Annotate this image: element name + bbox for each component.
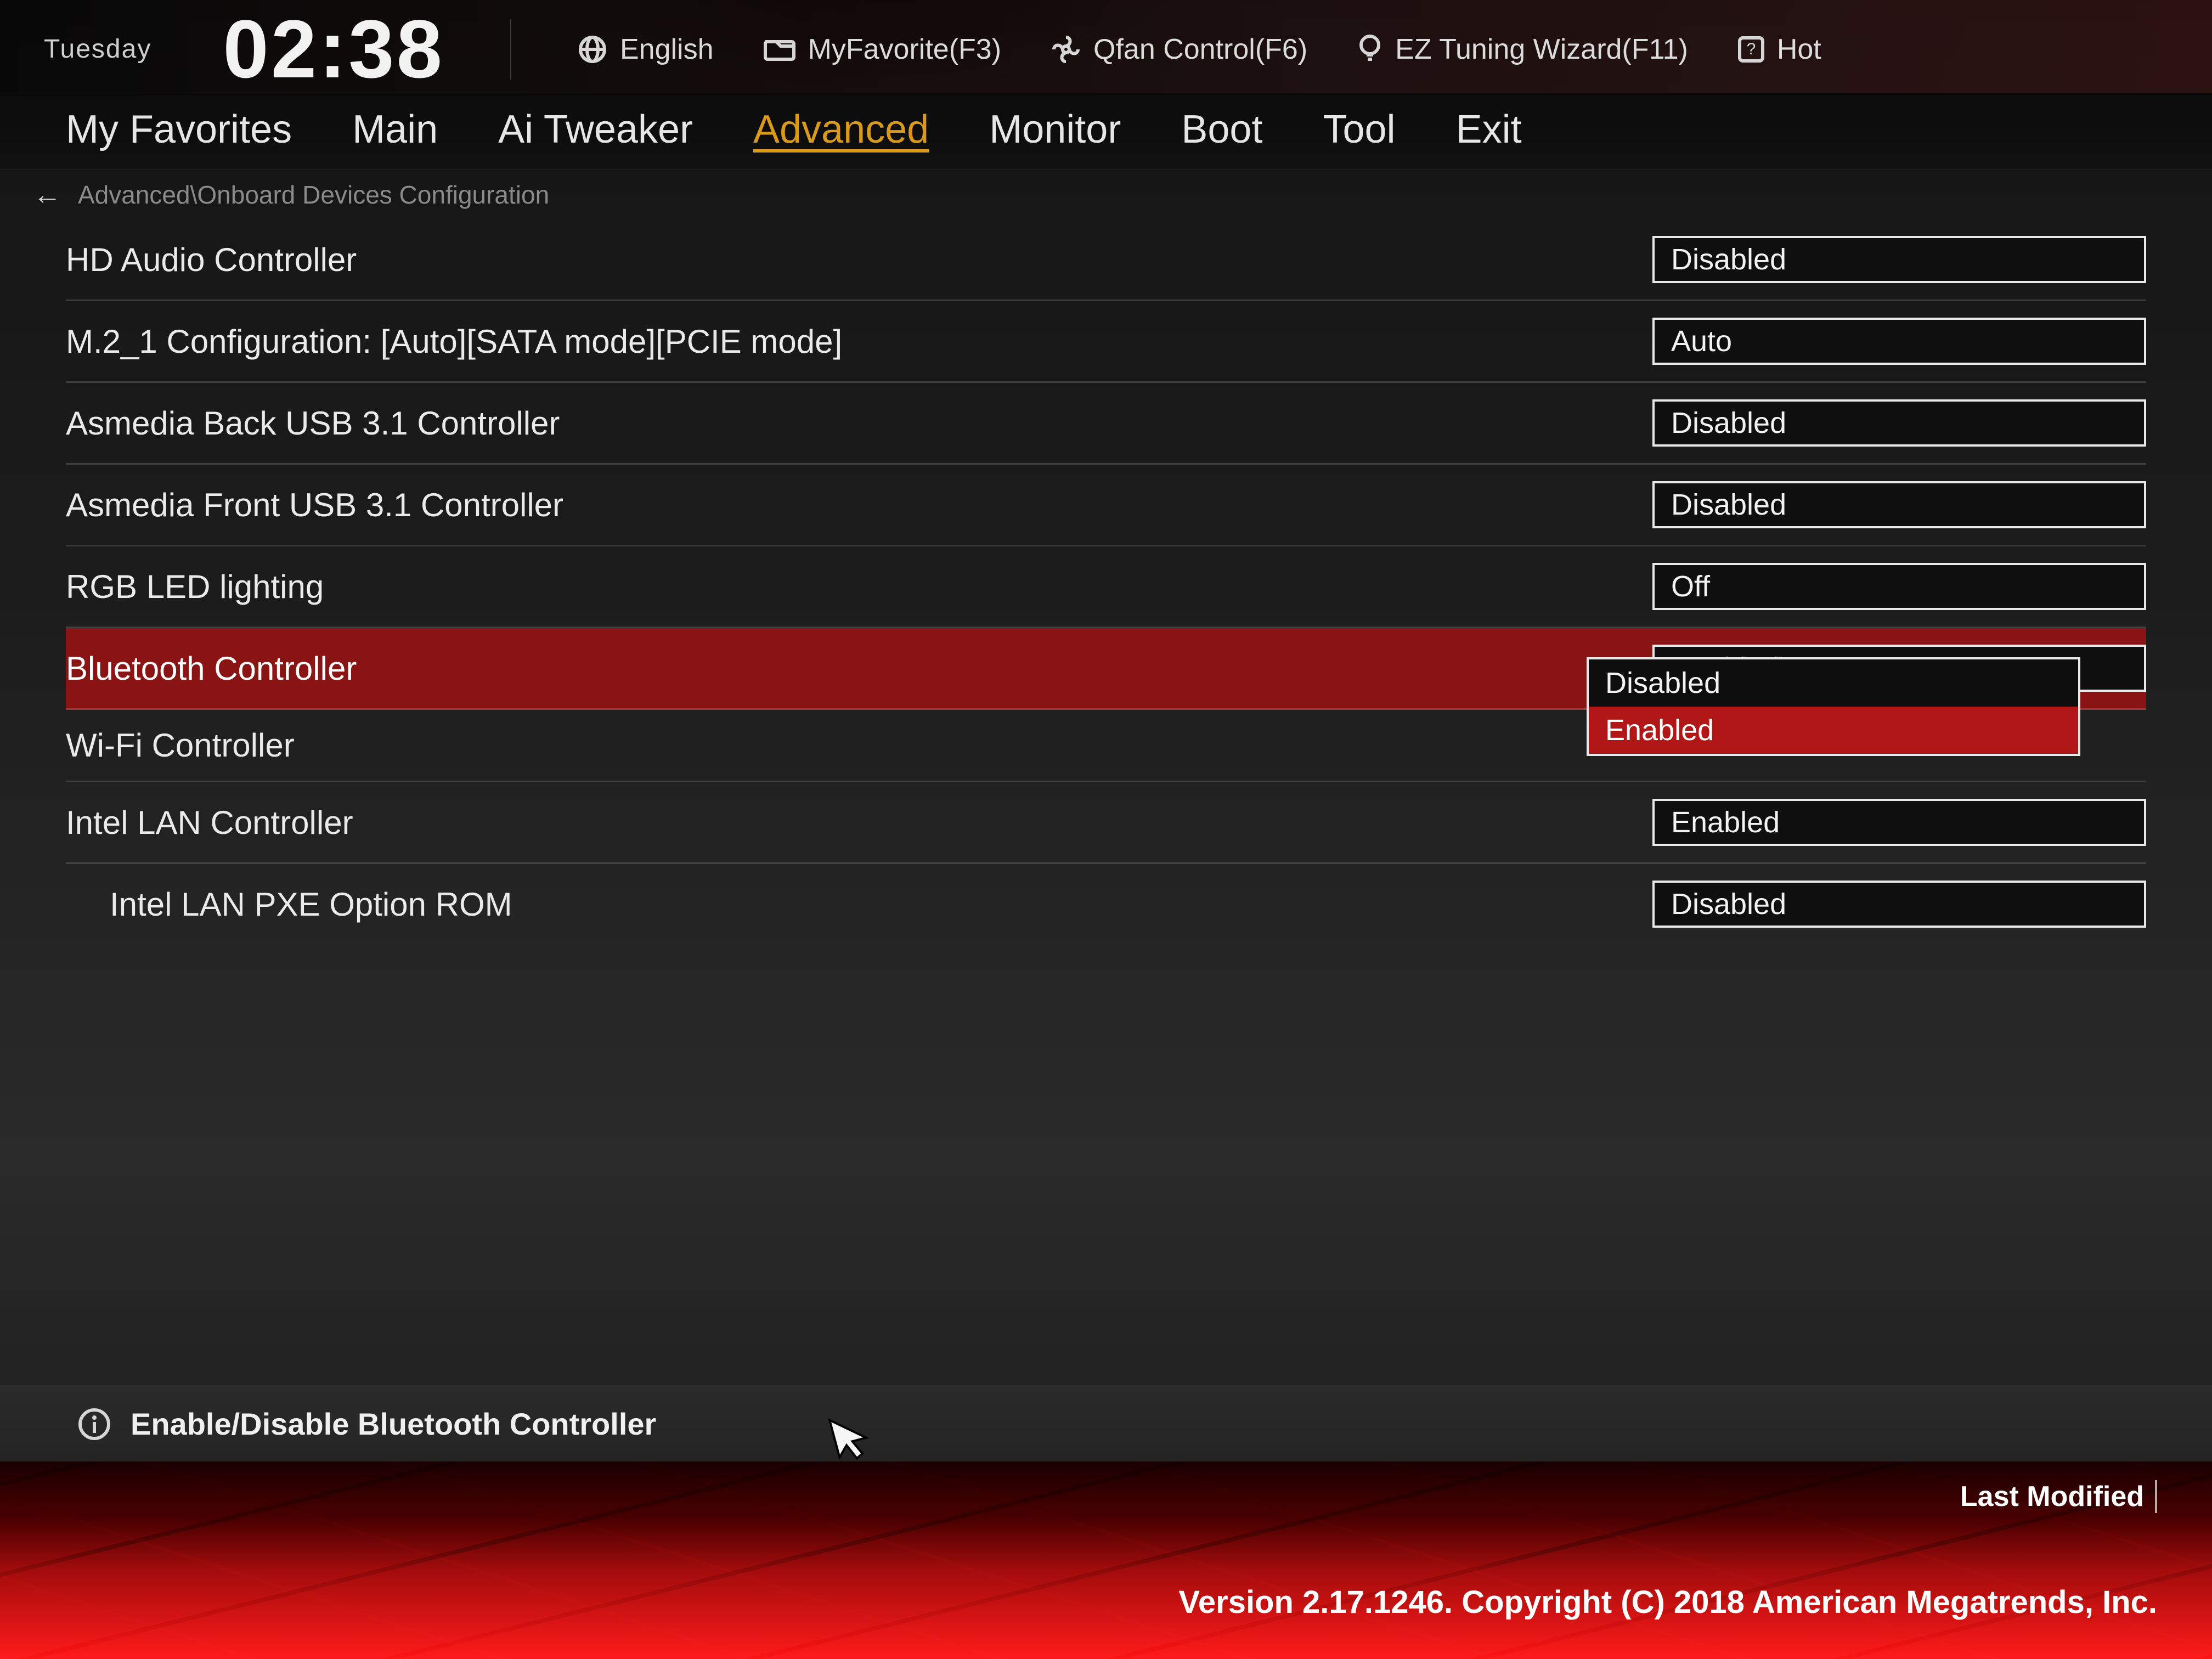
main-menu-tabs: My Favorites Main Ai Tweaker Advanced Mo…	[0, 93, 2212, 170]
svg-text:?: ?	[1746, 40, 1756, 58]
setting-label: Asmedia Front USB 3.1 Controller	[66, 486, 563, 524]
setting-label: Wi-Fi Controller	[66, 726, 295, 764]
tab-tool[interactable]: Tool	[1323, 107, 1395, 156]
setting-value[interactable]: Off	[1652, 563, 2146, 610]
fan-icon	[1051, 34, 1081, 65]
setting-value[interactable]: Enabled	[1652, 799, 2146, 846]
myfavorite-button[interactable]: MyFavorite(F3)	[763, 33, 1001, 66]
help-bar: Enable/Disable Bluetooth Controller	[0, 1385, 2212, 1462]
bios-screen: Tuesday 02:38 English MyFavorite(F3) Qfa…	[0, 0, 2212, 1659]
folder-icon	[763, 36, 796, 63]
setting-label: RGB LED lighting	[66, 568, 324, 606]
copyright-text: Version 2.17.1246. Copyright (C) 2018 Am…	[1178, 1584, 2157, 1621]
last-modified-button[interactable]: Last Modified	[1960, 1480, 2157, 1513]
setting-row-wifi[interactable]: Wi-Fi Controller Disabled Enabled	[66, 710, 2146, 782]
tab-exit[interactable]: Exit	[1456, 107, 1522, 156]
setting-row-hd-audio[interactable]: HD Audio Controller Disabled	[66, 219, 2146, 301]
hotkeys-button[interactable]: ? Hot	[1737, 33, 1821, 66]
setting-label: Asmedia Back USB 3.1 Controller	[66, 404, 560, 442]
qfan-button[interactable]: Qfan Control(F6)	[1051, 33, 1307, 66]
setting-value[interactable]: Disabled	[1652, 881, 2146, 928]
setting-value[interactable]: Disabled	[1652, 399, 2146, 447]
setting-label: HD Audio Controller	[66, 241, 357, 279]
day-label: Tuesday	[44, 34, 151, 64]
qfan-label: Qfan Control(F6)	[1093, 33, 1307, 66]
setting-label: Bluetooth Controller	[66, 650, 357, 687]
bulb-icon	[1357, 33, 1383, 66]
setting-value[interactable]: Auto	[1652, 318, 2146, 365]
tab-ai-tweaker[interactable]: Ai Tweaker	[498, 107, 693, 156]
setting-row-asmedia-back[interactable]: Asmedia Back USB 3.1 Controller Disabled	[66, 383, 2146, 465]
tab-advanced[interactable]: Advanced	[753, 107, 929, 156]
breadcrumb: ← Advanced\Onboard Devices Configuration	[0, 170, 2212, 214]
ez-tuning-label: EZ Tuning Wizard(F11)	[1395, 33, 1688, 66]
setting-row-intel-lan[interactable]: Intel LAN Controller Enabled	[66, 782, 2146, 864]
ez-tuning-button[interactable]: EZ Tuning Wizard(F11)	[1357, 33, 1688, 66]
dropdown-popup: Disabled Enabled	[1587, 657, 2080, 756]
myfavorite-label: MyFavorite(F3)	[808, 33, 1001, 66]
setting-row-rgb-led[interactable]: RGB LED lighting Off	[66, 546, 2146, 628]
tab-main[interactable]: Main	[352, 107, 438, 156]
tab-my-favorites[interactable]: My Favorites	[66, 107, 292, 156]
setting-row-asmedia-front[interactable]: Asmedia Front USB 3.1 Controller Disable…	[66, 465, 2146, 546]
help-text: Enable/Disable Bluetooth Controller	[131, 1406, 656, 1442]
settings-list: HD Audio Controller Disabled M.2_1 Confi…	[0, 214, 2212, 1385]
setting-value[interactable]: Disabled	[1652, 236, 2146, 283]
language-selector[interactable]: English	[577, 33, 714, 66]
globe-icon	[577, 34, 608, 65]
setting-label: Intel LAN Controller	[66, 804, 353, 842]
tab-boot[interactable]: Boot	[1181, 107, 1262, 156]
info-icon	[77, 1407, 112, 1442]
dropdown-option-selected[interactable]: Enabled	[1589, 707, 2078, 754]
setting-label: M.2_1 Configuration: [Auto][SATA mode][P…	[66, 323, 842, 360]
divider	[510, 19, 511, 80]
hotkeys-label: Hot	[1777, 33, 1821, 66]
breadcrumb-path: Advanced\Onboard Devices Configuration	[78, 180, 549, 210]
setting-row-m2-1[interactable]: M.2_1 Configuration: [Auto][SATA mode][P…	[66, 301, 2146, 383]
back-arrow-icon[interactable]: ←	[33, 178, 61, 211]
clock: 02:38	[223, 2, 444, 97]
help-icon: ?	[1737, 36, 1765, 63]
language-label: English	[620, 33, 714, 66]
dropdown-option[interactable]: Disabled	[1589, 659, 2078, 707]
setting-value[interactable]: Disabled	[1652, 481, 2146, 528]
setting-row-intel-lan-pxe[interactable]: Intel LAN PXE Option ROM Disabled	[66, 864, 2146, 944]
setting-label: Intel LAN PXE Option ROM	[66, 885, 512, 923]
footer: Last Modified Version 2.17.1246. Copyrig…	[0, 1462, 2212, 1659]
tab-monitor[interactable]: Monitor	[989, 107, 1121, 156]
top-strip: Tuesday 02:38 English MyFavorite(F3) Qfa…	[0, 0, 2212, 93]
